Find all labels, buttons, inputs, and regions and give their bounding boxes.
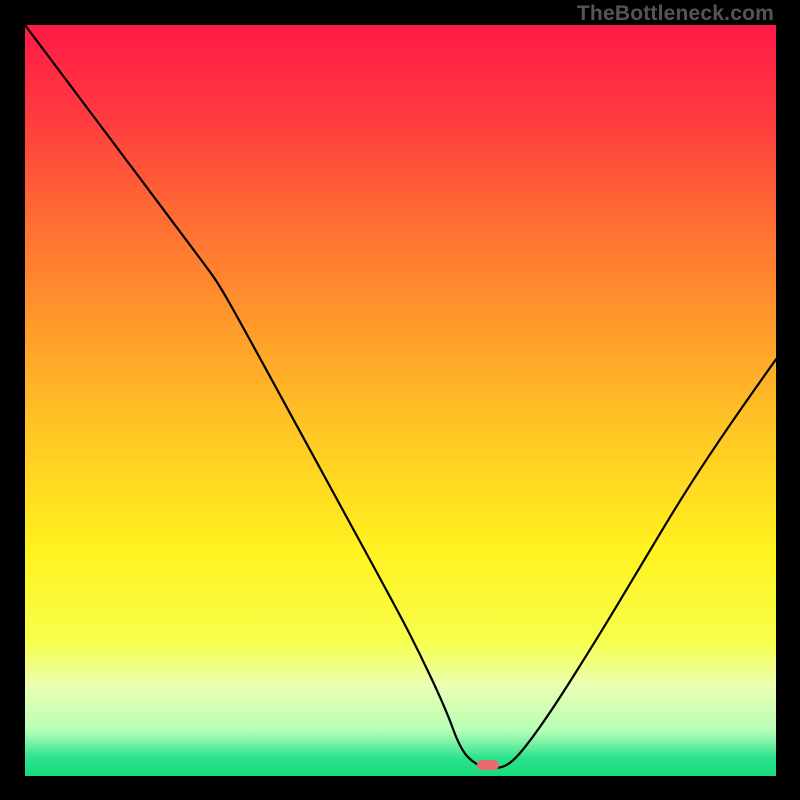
outer-frame: TheBottleneck.com <box>0 0 800 800</box>
optimal-marker <box>477 760 499 770</box>
watermark-text: TheBottleneck.com <box>577 2 774 26</box>
bottleneck-curve <box>25 25 776 776</box>
plot-area <box>25 25 776 776</box>
